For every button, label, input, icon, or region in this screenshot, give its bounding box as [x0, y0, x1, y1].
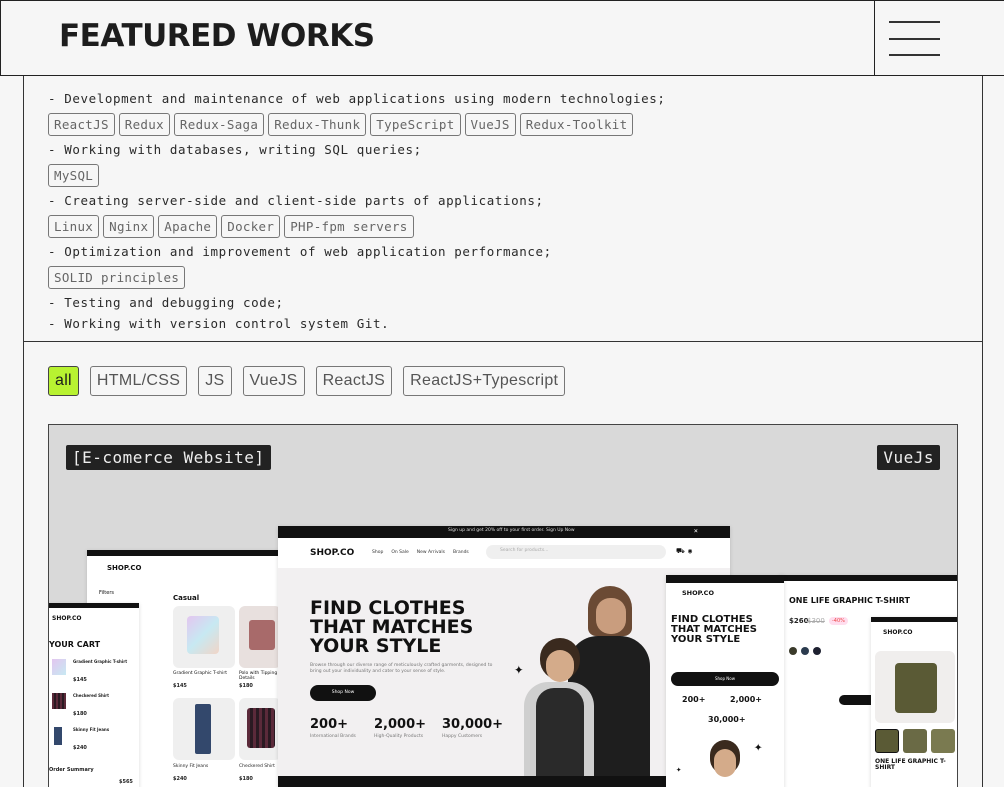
preview-home-page: Sign up and get 20% off to your first or…	[278, 526, 730, 787]
preview-cart-price: $240	[73, 745, 87, 751]
preview-mobile-product: SHOP.CO ONE LIFE GRAPHIC T-SHIRT	[871, 617, 957, 787]
preview-logo: SHOP.CO	[107, 564, 142, 572]
preview-hero-desc: Browse through our diverse range of meti…	[310, 663, 493, 675]
preview-logo: SHOP.CO	[682, 589, 714, 597]
preview-mobile-hero-title: FIND CLOTHES THAT MATCHES YOUR STYLE	[671, 614, 757, 645]
tech-tag: Redux-Thunk	[268, 112, 367, 136]
preview-cart-title: YOUR CART	[49, 640, 101, 649]
tech-tags: MySQL	[48, 160, 968, 190]
preview-discount: -40%	[829, 617, 848, 625]
preview-search-placeholder: Search for products...	[500, 548, 549, 553]
preview-nav: Shop On Sale New Arrivals Brands	[372, 550, 469, 555]
cart-icon: ⛟	[676, 547, 685, 555]
preview-nav-item: New Arrivals	[416, 550, 446, 555]
tech-tag: Redux-Toolkit	[519, 112, 634, 136]
tech-tag: ReactJS	[48, 112, 115, 136]
preview-product-name: Skinny Fit Jeans	[173, 764, 209, 769]
preview-product-price: $180	[239, 776, 253, 782]
preview-cart-item: Checkered Shirt	[73, 693, 110, 698]
preview-stat-value: 200+	[310, 717, 349, 732]
preview-shop-now: Shop Now	[310, 685, 376, 701]
tech-tag: MySQL	[48, 163, 100, 187]
duty-text: - Working with databases, writing SQL qu…	[48, 142, 422, 157]
menu-button[interactable]	[874, 1, 1004, 76]
preview-product-name: Checkered Shirt	[239, 764, 275, 769]
project-tech-badge: VueJs	[877, 445, 940, 470]
sparkle-icon: ✦	[514, 659, 524, 678]
preview-filters-label: Filters	[99, 590, 114, 596]
preview-stat-label: High-Quality Products	[374, 734, 424, 739]
tech-tag: Redux-Saga	[173, 112, 265, 136]
filter-html-css[interactable]: HTML/CSS	[89, 366, 188, 396]
tech-tags: Linux Nginx Apache Docker PHP-fpm server…	[48, 211, 968, 241]
preview-old-price: $300	[807, 617, 825, 625]
project-title: [E-comerce Website]	[66, 445, 271, 470]
account-icon: ◉	[688, 547, 693, 555]
filter-vuejs[interactable]: VueJS	[242, 366, 305, 396]
preview-stat-value: 2,000+	[730, 695, 763, 704]
preview-order-total: $565	[119, 779, 133, 785]
tech-tags: SOLID principles	[48, 262, 968, 292]
duty-text: - Working with version control system Gi…	[48, 316, 390, 331]
tech-tag: VueJS	[464, 112, 516, 136]
experience-duties: - Development and maintenance of web app…	[48, 88, 968, 334]
preview-cart-item: Skinny Fit Jeans	[73, 727, 110, 732]
tech-tags: ReactJS Redux Redux-Saga Redux-Thunk Typ…	[48, 109, 968, 139]
duty-text: - Development and maintenance of web app…	[48, 91, 666, 106]
preview-nav-item: Shop	[372, 550, 384, 555]
preview-stat-value: 200+	[682, 695, 706, 704]
tech-tag: PHP-fpm servers	[284, 214, 414, 238]
tech-tag: TypeScript	[370, 112, 461, 136]
preview-promo-bar: Sign up and get 20% off to your first or…	[448, 528, 575, 533]
preview-product-name: Gradient Graphic T-shirt	[173, 671, 227, 676]
project-filters: all HTML/CSS JS VueJS ReactJS ReactJS+Ty…	[48, 366, 566, 396]
close-icon: ×	[693, 527, 698, 535]
sparkle-icon: ✦	[676, 765, 682, 775]
preview-order-summary: Order Summary	[49, 767, 94, 773]
preview-mobile-shop-now: Shop Now	[671, 672, 779, 686]
preview-hero-title: FIND CLOTHES THAT MATCHES YOUR STYLE	[310, 597, 474, 657]
preview-product-price: $145	[173, 683, 187, 689]
section-divider	[23, 341, 983, 342]
page-title: FEATURED WORKS	[59, 18, 375, 54]
preview-product-price: $240	[173, 776, 187, 782]
preview-stat-value: 30,000+	[708, 715, 746, 724]
tech-tag: Nginx	[103, 214, 155, 238]
preview-mobile-page: SHOP.CO FIND CLOTHES THAT MATCHES YOUR S…	[666, 575, 784, 787]
preview-stat-label: International Brands	[310, 734, 356, 739]
tech-tag: Linux	[48, 214, 100, 238]
site-header: FEATURED WORKS	[0, 0, 1004, 76]
preview-nav-item: Brands	[453, 550, 469, 555]
preview-stat-label: Happy Customers	[442, 734, 483, 739]
filter-js[interactable]: JS	[198, 366, 232, 396]
tech-tag: Apache	[158, 214, 218, 238]
tech-tag: Redux	[118, 112, 170, 136]
filter-reactjs-typescript[interactable]: ReactJS+Typescript	[403, 366, 566, 396]
preview-cart-page: SHOP.CO YOUR CART Gradient Graphic T-shi…	[49, 603, 139, 787]
filter-reactjs[interactable]: ReactJS	[315, 366, 393, 396]
preview-cart-item: Gradient Graphic T-shirt	[73, 659, 128, 664]
duty-text: - Creating server-side and client-side p…	[48, 193, 544, 208]
preview-logo: SHOP.CO	[883, 629, 913, 636]
preview-logo: SHOP.CO	[52, 615, 82, 622]
preview-logo: SHOP.CO	[310, 548, 355, 558]
duty-text: - Testing and debugging code;	[48, 295, 284, 310]
tech-tag: Docker	[221, 214, 281, 238]
preview-cart-price: $180	[73, 711, 87, 717]
duty-text: - Optimization and improvement of web ap…	[48, 244, 552, 259]
preview-search: Search for products...	[486, 545, 666, 559]
preview-stat-value: 2,000+	[374, 717, 427, 732]
sparkle-icon: ✦	[754, 739, 763, 755]
preview-stat-value: 30,000+	[442, 717, 504, 732]
preview-nav-item: On Sale	[391, 550, 409, 555]
tech-tag: SOLID principles	[48, 265, 186, 289]
preview-cart-price: $145	[73, 677, 87, 683]
preview-product-price: $180	[239, 683, 253, 689]
project-card[interactable]: [E-comerce Website] VueJs SHOP.CO Filter…	[48, 424, 958, 787]
filter-all[interactable]: all	[48, 366, 79, 396]
preview-price: $260	[789, 617, 809, 625]
preview-mobile-product-title: ONE LIFE GRAPHIC T-SHIRT	[875, 758, 946, 771]
preview-category: Casual	[173, 594, 200, 602]
preview-product-title: ONE LIFE GRAPHIC T-SHIRT	[789, 596, 910, 605]
